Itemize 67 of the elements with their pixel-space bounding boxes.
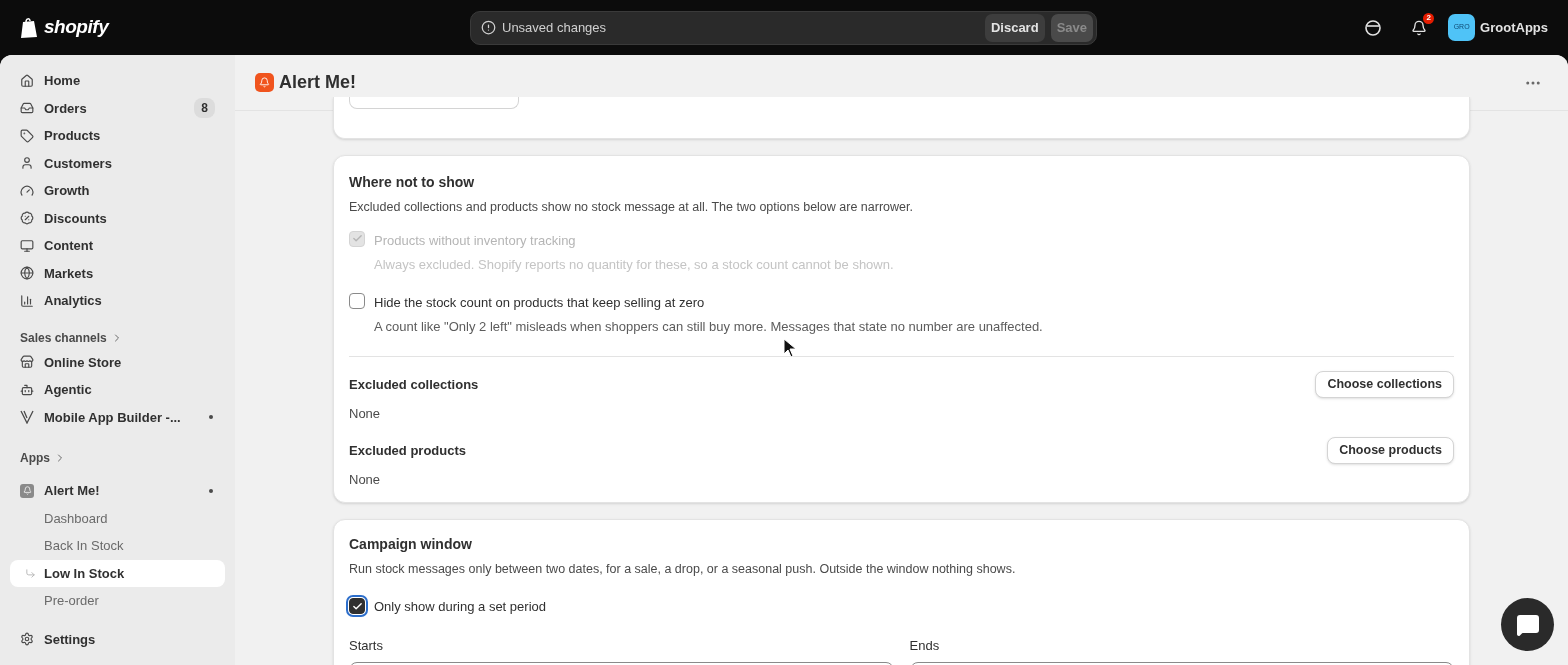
help-text: A count like "Only 2 left" misleads when shoppers can still buy more. Messages that state no number are unaffected. xyxy=(374,318,1043,337)
nav-icon xyxy=(20,156,34,171)
nav-icon xyxy=(20,128,34,143)
store-icon xyxy=(20,355,34,370)
alert-icon xyxy=(481,20,496,35)
store-name[interactable]: GrootApps xyxy=(1480,17,1548,38)
card-description: Run stock messages only between two dates, for a sale, a drop, or a seasonal push. Outside the window nothing shows. xyxy=(349,560,1017,578)
section-heading[interactable]: Sales channels xyxy=(20,328,107,347)
checkbox[interactable] xyxy=(349,598,365,615)
nav-item[interactable]: Products xyxy=(10,122,225,150)
choose-button[interactable]: Choose products xyxy=(1327,437,1454,465)
checkbox[interactable] xyxy=(349,292,365,309)
notification-count: 2 xyxy=(1423,12,1435,24)
nav-item[interactable]: Growth xyxy=(10,177,225,205)
card-description: Excluded collections and products show no stock message at all. The two options below are narrower. xyxy=(349,199,914,216)
shopping-bag-logo-icon xyxy=(20,16,40,39)
nav-item[interactable]: Customers xyxy=(10,149,225,177)
nav-sub-item[interactable]: Low In Stock xyxy=(10,559,225,587)
nav-item[interactable]: Mobile App Builder -... xyxy=(10,403,225,431)
page-title: Alert Me! xyxy=(279,71,357,94)
nav-sub-item[interactable]: Back In Stock xyxy=(10,532,225,560)
section-heading[interactable]: Apps xyxy=(20,449,50,467)
choose-button[interactable]: Choose collections xyxy=(1315,370,1454,398)
app-logo-icon xyxy=(255,73,274,92)
tree-branch-icon xyxy=(25,567,36,579)
nav-icon xyxy=(20,73,34,88)
nav-icon xyxy=(20,293,34,308)
help-text: Always excluded. Shopify reports no quantity for these, so a stock count cannot be shown. xyxy=(374,256,894,275)
check-icon xyxy=(351,600,363,612)
nav-sub-item[interactable]: Dashboard xyxy=(10,504,225,532)
nav-icon xyxy=(20,101,34,116)
nav-sub-item[interactable]: Pre-order xyxy=(10,587,225,615)
logo-wordmark[interactable]: shopify xyxy=(44,13,109,42)
nav-item[interactable]: Settings xyxy=(10,625,225,653)
nav-item[interactable]: Content xyxy=(10,232,225,260)
v-logo-icon xyxy=(20,410,34,425)
card-title: Campaign window xyxy=(349,534,473,554)
app-bell-icon xyxy=(20,483,34,498)
order-count: 8 xyxy=(194,98,215,119)
chat-icon xyxy=(1515,612,1540,637)
nav-item[interactable]: Orders 8 xyxy=(10,94,225,122)
settings-icon xyxy=(20,632,34,647)
nav-item[interactable]: Analytics xyxy=(10,287,225,315)
section-label: Excluded collections xyxy=(349,375,479,394)
nav-item[interactable]: Home xyxy=(10,67,225,95)
robot-icon xyxy=(20,382,34,397)
field-label: Ends xyxy=(909,637,941,655)
value-text: None xyxy=(349,471,382,490)
chat-button[interactable] xyxy=(1501,598,1554,651)
nav-item[interactable]: Alert Me! xyxy=(10,477,225,505)
nav-icon xyxy=(20,211,34,226)
unsaved-message: Unsaved changes xyxy=(502,18,608,37)
nav-item[interactable]: Discounts xyxy=(10,204,225,232)
value-text: None xyxy=(349,404,382,423)
nav-item[interactable]: Online Store xyxy=(10,348,225,376)
mouse-cursor-icon xyxy=(783,338,797,358)
discard-button[interactable]: Discard xyxy=(984,13,1045,42)
card-title: Where not to show xyxy=(349,173,476,192)
checkbox-label[interactable]: Hide the stock count on products that keep selling at zero xyxy=(374,292,1043,313)
nav-icon xyxy=(20,183,34,198)
nav-item[interactable]: Markets xyxy=(10,259,225,287)
checkbox-label[interactable]: Only show during a set period xyxy=(374,596,546,616)
field-label: Starts xyxy=(349,637,384,655)
nav-item[interactable]: Agentic xyxy=(10,376,225,404)
section-label: Excluded products xyxy=(349,442,467,460)
nav-icon xyxy=(20,266,34,281)
nav-icon xyxy=(20,238,34,253)
